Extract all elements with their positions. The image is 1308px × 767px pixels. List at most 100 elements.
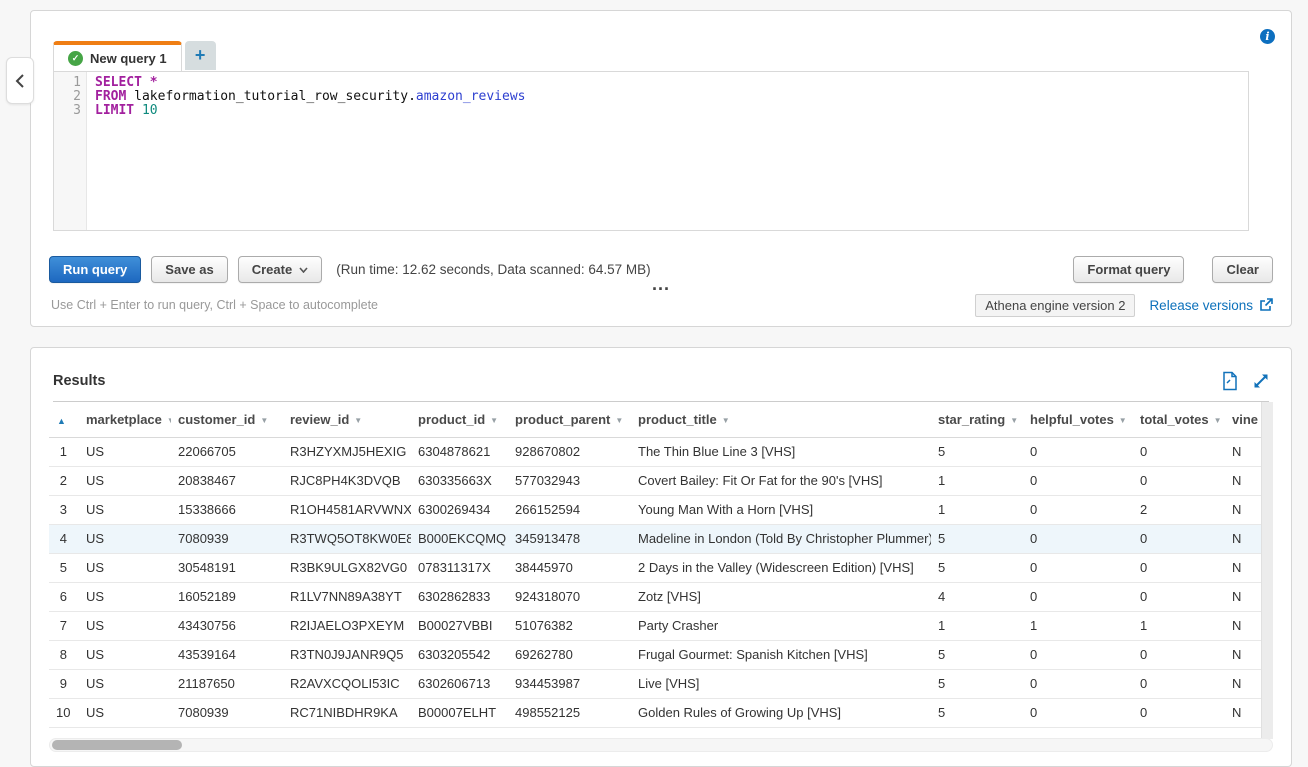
cell-product_parent: 345913478	[508, 524, 631, 553]
filter-caret-icon: ▼	[1119, 416, 1127, 425]
column-label: total_votes	[1140, 412, 1209, 427]
cell-customer_id: 15338666	[171, 495, 283, 524]
column-label: product_parent	[515, 412, 610, 427]
run-query-button[interactable]: Run query	[49, 256, 141, 283]
column-header-product_parent[interactable]: product_parent▼	[508, 402, 631, 437]
download-results-file-icon[interactable]	[1222, 371, 1238, 391]
code-line: SELECT *	[95, 76, 525, 90]
query-tabs: ✓ New query 1 +	[53, 41, 216, 70]
column-header-helpful_votes[interactable]: helpful_votes▼	[1023, 402, 1133, 437]
cell-product_title: The Thin Blue Line 3 [VHS]	[631, 437, 931, 466]
cell-product_title: Party Crasher	[631, 611, 931, 640]
cell-review_id: R3TWQ5OT8KW0E8	[283, 524, 411, 553]
cell-product_parent: 928670802	[508, 437, 631, 466]
filter-caret-icon: ▼	[1010, 416, 1018, 425]
column-header-product_id[interactable]: product_id▼	[411, 402, 508, 437]
cell-helpful_votes: 0	[1023, 582, 1133, 611]
new-tab-button[interactable]: +	[185, 41, 216, 70]
column-header-star_rating[interactable]: star_rating▼	[931, 402, 1023, 437]
column-label: review_id	[290, 412, 349, 427]
table-row[interactable]: 6US16052189R1LV7NN89A38YT630286283392431…	[49, 582, 1263, 611]
row-number: 9	[49, 669, 79, 698]
table-row[interactable]: 1US22066705R3HZYXMJ5HEXIG630487862192867…	[49, 437, 1263, 466]
tab-new-query-1[interactable]: ✓ New query 1	[53, 41, 182, 71]
table-row[interactable]: 8US43539164R3TN0J9JANR9Q5630320554269262…	[49, 640, 1263, 669]
cell-star_rating: 5	[931, 437, 1023, 466]
row-number-sort-header[interactable]: ▲	[49, 402, 79, 437]
chevron-left-icon	[14, 72, 26, 90]
table-row[interactable]: 10US7080939RC71NIBDHR9KAB00007ELHT498552…	[49, 698, 1263, 727]
column-header-marketplace[interactable]: marketplace▼	[79, 402, 171, 437]
cell-review_id: R2AVXCQOLI53IC	[283, 669, 411, 698]
table-row[interactable]: 9US21187650R2AVXCQOLI53IC630260671393445…	[49, 669, 1263, 698]
cell-total_votes: 0	[1133, 640, 1225, 669]
cell-product_title: Zotz [VHS]	[631, 582, 931, 611]
format-query-button[interactable]: Format query	[1073, 256, 1184, 283]
cell-helpful_votes: 0	[1023, 437, 1133, 466]
save-as-button[interactable]: Save as	[151, 256, 227, 283]
cell-customer_id: 20838467	[171, 466, 283, 495]
table-row[interactable]: 2US20838467RJC8PH4K3DVQB630335663X577032…	[49, 466, 1263, 495]
shortcut-hint-text: Use Ctrl + Enter to run query, Ctrl + Sp…	[51, 298, 378, 312]
cell-marketplace: US	[79, 698, 171, 727]
table-row[interactable]: 4US7080939R3TWQ5OT8KW0E8B000EKCQMQ345913…	[49, 524, 1263, 553]
column-header-customer_id[interactable]: customer_id▼	[171, 402, 283, 437]
panel-resize-handle[interactable]: ...	[652, 279, 670, 289]
create-dropdown-button[interactable]: Create	[238, 256, 322, 283]
code-segment-plain	[142, 75, 150, 90]
cell-marketplace: US	[79, 582, 171, 611]
code-segment-keyword: *	[150, 75, 158, 90]
table-row[interactable]: 7US43430756R2IJAELO3PXEYMB00027VBBI51076…	[49, 611, 1263, 640]
cell-vine: N	[1225, 466, 1263, 495]
horizontal-scrollbar-thumb[interactable]	[52, 740, 182, 750]
cell-product_id: 6300269434	[411, 495, 508, 524]
column-header-total_votes[interactable]: total_votes ▼	[1133, 402, 1225, 437]
cell-vine: N	[1225, 582, 1263, 611]
table-row[interactable]: 3US15338666R1OH4581ARVWNX630026943426615…	[49, 495, 1263, 524]
row-number: 4	[49, 524, 79, 553]
row-number: 8	[49, 640, 79, 669]
cell-product_id: 6303205542	[411, 640, 508, 669]
cell-helpful_votes: 0	[1023, 669, 1133, 698]
sort-ascending-icon: ▲	[57, 416, 66, 426]
column-header-product_title[interactable]: product_title▼	[631, 402, 931, 437]
cell-review_id: R3TN0J9JANR9Q5	[283, 640, 411, 669]
cell-star_rating: 5	[931, 698, 1023, 727]
cell-marketplace: US	[79, 669, 171, 698]
cell-product_id: 6304878621	[411, 437, 508, 466]
table-row[interactable]: 5US30548191R3BK9ULGX82VG0078311317X38445…	[49, 553, 1263, 582]
info-icon[interactable]: i	[1260, 29, 1275, 44]
table-header-row: ▲marketplace▼customer_id▼review_id▼produ…	[49, 402, 1263, 437]
sidebar-collapse-button[interactable]	[6, 57, 34, 104]
cell-vine: N	[1225, 640, 1263, 669]
release-versions-link[interactable]: Release versions	[1149, 298, 1273, 313]
clear-button[interactable]: Clear	[1212, 256, 1273, 283]
cell-product_parent: 934453987	[508, 669, 631, 698]
cell-review_id: R3HZYXMJ5HEXIG	[283, 437, 411, 466]
horizontal-scrollbar[interactable]	[49, 738, 1273, 752]
filter-caret-icon: ▼	[1214, 416, 1222, 425]
vertical-scrollbar[interactable]	[1261, 402, 1273, 739]
row-number: 6	[49, 582, 79, 611]
cell-customer_id: 16052189	[171, 582, 283, 611]
run-stats-text: (Run time: 12.62 seconds, Data scanned: …	[336, 262, 650, 277]
cell-marketplace: US	[79, 640, 171, 669]
column-header-vine[interactable]: vine▼	[1225, 402, 1263, 437]
code-segment-keyword: LIMIT	[95, 103, 134, 118]
cell-vine: N	[1225, 553, 1263, 582]
cell-marketplace: US	[79, 553, 171, 582]
cell-product_title: Frugal Gourmet: Spanish Kitchen [VHS]	[631, 640, 931, 669]
query-success-check-icon: ✓	[68, 51, 83, 66]
cell-review_id: R1LV7NN89A38YT	[283, 582, 411, 611]
column-header-review_id[interactable]: review_id▼	[283, 402, 411, 437]
row-number: 1	[49, 437, 79, 466]
editor-subbar: Use Ctrl + Enter to run query, Ctrl + Sp…	[49, 292, 1273, 318]
row-number: 3	[49, 495, 79, 524]
sql-editor[interactable]: 123 SELECT *FROM lakeformation_tutorial_…	[53, 71, 1249, 231]
cell-customer_id: 43430756	[171, 611, 283, 640]
expand-results-icon[interactable]	[1253, 373, 1269, 389]
chevron-down-icon	[299, 267, 308, 273]
engine-version-badge: Athena engine version 2	[975, 294, 1135, 317]
cell-customer_id: 43539164	[171, 640, 283, 669]
column-label: marketplace	[86, 412, 162, 427]
